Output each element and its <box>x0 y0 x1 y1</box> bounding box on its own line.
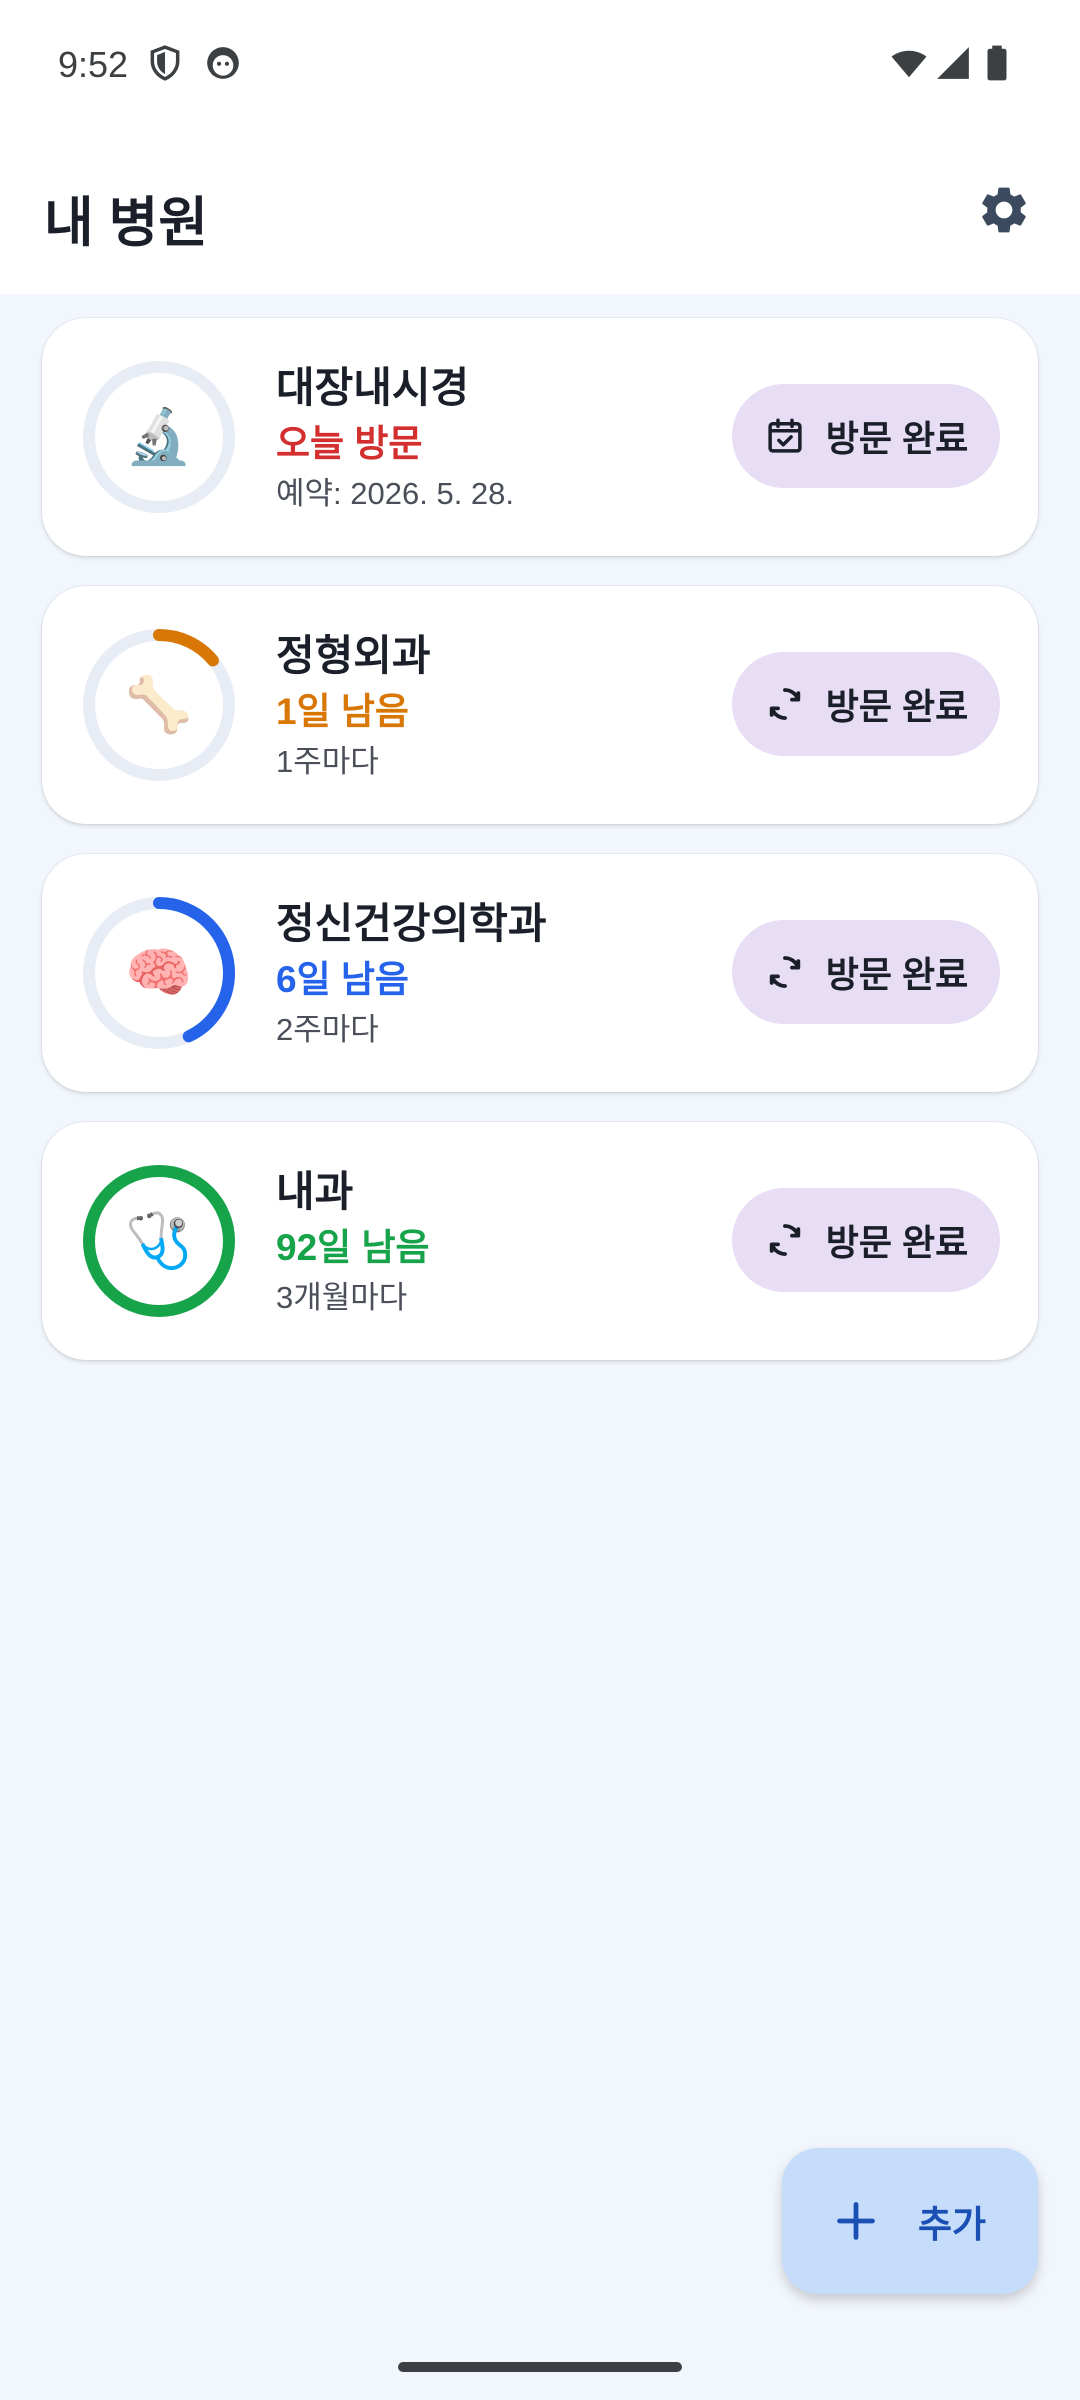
specialty-emoji: 🩺 <box>125 1209 193 1272</box>
home-indicator[interactable] <box>398 2362 682 2372</box>
hospital-card[interactable]: 🦴 정형외과 1일 남음 1주마다 방문 완료 <box>42 586 1038 824</box>
specialty-emoji: 🦴 <box>125 673 193 736</box>
hospital-card[interactable]: 🧠 정신건강의학과 6일 남음 2주마다 방문 완료 <box>42 854 1038 1092</box>
hospital-info: 정형외과 1일 남음 1주마다 <box>276 630 431 782</box>
refresh-icon <box>769 688 800 720</box>
hospital-card[interactable]: 🔬 대장내시경오늘 방문예약: 2026. 5. 28. 방문 완료 <box>42 318 1038 556</box>
add-button-label: 추가 <box>917 2204 987 2245</box>
app-bar: 내 병원 <box>0 130 1080 294</box>
hospital-name: 정신건강의학과 <box>276 900 547 947</box>
hospital-info: 정신건강의학과 6일 남음 2주마다 <box>276 898 546 1050</box>
visit-interval: 예약: 2026. 5. 28. <box>276 476 515 511</box>
shield-icon <box>150 45 180 81</box>
status-time: 9:52 <box>58 44 129 85</box>
hospital-info: 대장내시경오늘 방문예약: 2026. 5. 28. <box>276 362 514 514</box>
hospital-name: 대장내시경 <box>276 364 470 411</box>
visit-complete-button[interactable]: 방문 완료 <box>732 920 1000 1024</box>
visit-interval: 2주마다 <box>276 1012 379 1047</box>
days-remaining: 92일 남음 <box>276 1227 430 1268</box>
add-button[interactable]: 추가 <box>782 2148 1038 2294</box>
page-title: 내 병원 <box>44 193 209 253</box>
days-remaining: 1일 남음 <box>276 691 409 732</box>
wifi-icon <box>891 50 927 78</box>
cell-signal-icon <box>937 47 969 79</box>
visit-complete-label: 방문 완료 <box>825 686 969 727</box>
specialty-emoji: 🧠 <box>125 941 193 1004</box>
visit-complete-button[interactable]: 방문 완료 <box>732 384 1000 488</box>
plus-icon <box>837 2202 875 2240</box>
visit-interval: 1주마다 <box>276 744 379 779</box>
days-remaining: 6일 남음 <box>276 959 409 1000</box>
visit-complete-label: 방문 완료 <box>825 954 969 995</box>
hospital-info: 내과 92일 남음 3개월마다 <box>276 1166 430 1318</box>
hospital-name: 내과 <box>276 1168 354 1215</box>
visit-complete-label: 방문 완료 <box>825 418 969 459</box>
visit-interval: 3개월마다 <box>276 1280 408 1315</box>
gear-icon <box>982 187 1026 233</box>
refresh-icon <box>769 956 800 988</box>
hospital-name: 정형외과 <box>276 632 431 679</box>
face-icon <box>207 47 239 79</box>
visit-complete-button[interactable]: 방문 완료 <box>732 652 1000 756</box>
specialty-emoji: 🔬 <box>125 405 193 468</box>
settings-button[interactable] <box>964 170 1044 250</box>
visit-complete-button[interactable]: 방문 완료 <box>732 1188 1000 1292</box>
hospital-card[interactable]: 🩺 내과 92일 남음 3개월마다 방문 완료 <box>42 1122 1038 1360</box>
days-remaining: 오늘 방문 <box>276 423 423 464</box>
calendar-check-icon <box>768 418 802 453</box>
battery-icon <box>987 45 1007 81</box>
status-bar: 9:52 <box>0 0 1080 130</box>
visit-complete-label: 방문 완료 <box>825 1222 969 1263</box>
refresh-icon <box>769 1224 800 1256</box>
